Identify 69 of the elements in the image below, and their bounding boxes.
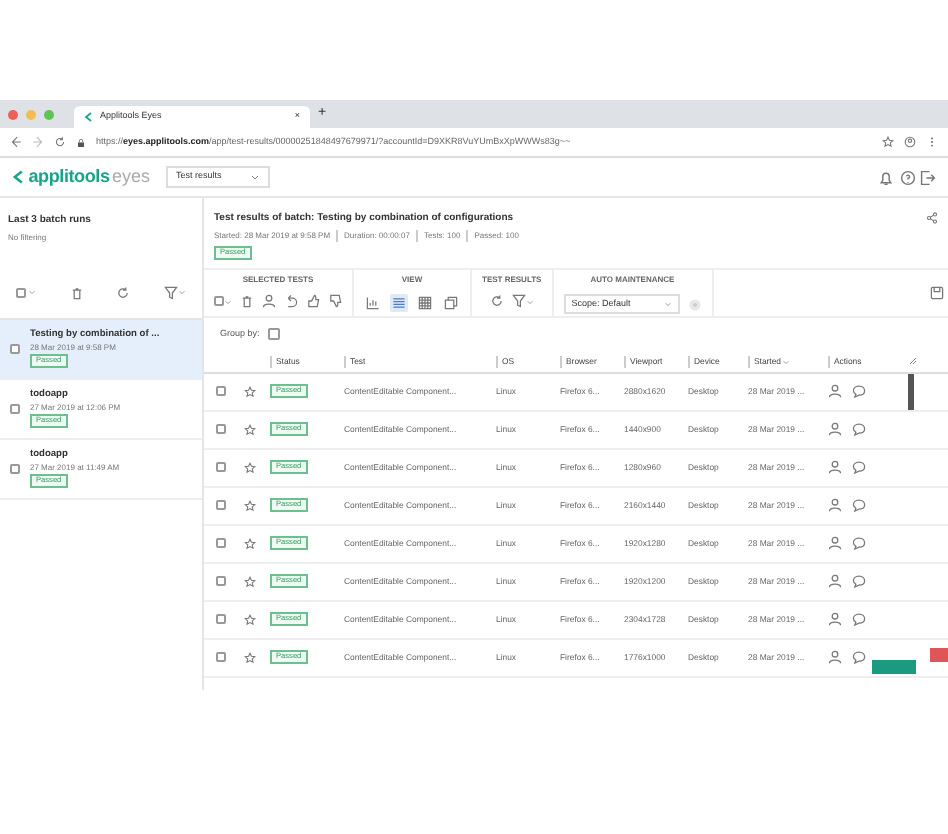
user-icon[interactable] [828, 612, 842, 627]
back-icon[interactable] [10, 136, 22, 148]
refresh-icon[interactable] [116, 285, 131, 299]
checkbox[interactable] [216, 500, 226, 511]
checkbox[interactable] [216, 424, 226, 435]
favicon-icon [84, 112, 94, 122]
comment-icon[interactable] [852, 574, 866, 589]
lock-icon [76, 137, 86, 147]
star-icon[interactable] [244, 499, 256, 512]
checkbox[interactable] [216, 538, 226, 549]
star-icon[interactable] [244, 537, 256, 550]
user-icon[interactable] [828, 460, 842, 475]
comment-icon[interactable] [852, 498, 866, 513]
star-icon[interactable] [244, 423, 256, 436]
thumbs-up-icon[interactable] [306, 294, 320, 308]
view-mode-button[interactable] [390, 294, 408, 312]
scrollbar[interactable] [908, 373, 914, 410]
thumbs-down-icon[interactable] [328, 294, 342, 308]
user-icon[interactable] [828, 536, 842, 551]
comment-icon[interactable] [852, 612, 866, 627]
comment-icon[interactable] [852, 536, 866, 551]
user-icon[interactable] [828, 422, 842, 437]
sort-icon [781, 357, 790, 366]
select-all-checkbox[interactable] [214, 296, 224, 306]
view-mode-button[interactable] [416, 294, 434, 312]
share-icon[interactable] [926, 212, 938, 224]
caret-icon [663, 300, 672, 308]
group-by-field[interactable] [267, 328, 280, 341]
star-icon[interactable] [244, 385, 256, 398]
star-icon[interactable] [244, 651, 256, 664]
star-icon[interactable] [244, 575, 256, 588]
help-icon[interactable] [899, 169, 915, 185]
bell-icon[interactable] [878, 169, 894, 185]
comment-icon[interactable] [852, 384, 866, 399]
filter-icon[interactable] [163, 285, 178, 299]
comment-icon[interactable] [852, 422, 866, 437]
undo-icon[interactable] [284, 294, 298, 308]
view-mode-button[interactable] [442, 294, 460, 312]
logo-icon [12, 170, 26, 184]
checkbox[interactable] [10, 343, 20, 353]
checkbox[interactable] [216, 576, 226, 587]
bookmark-star-icon[interactable] [882, 136, 894, 148]
select-all-checkbox[interactable] [16, 287, 27, 297]
checkbox[interactable] [10, 463, 20, 473]
comment-icon[interactable] [852, 650, 866, 665]
trash-icon[interactable] [240, 294, 254, 308]
user-icon[interactable] [262, 294, 276, 308]
user-icon[interactable] [828, 498, 842, 513]
user-icon[interactable] [828, 574, 842, 589]
save-icon[interactable] [929, 286, 943, 300]
star-icon[interactable] [244, 613, 256, 626]
checkbox[interactable] [216, 652, 226, 663]
checkbox[interactable] [216, 386, 226, 397]
refresh-icon[interactable] [489, 294, 504, 308]
reload-icon[interactable] [54, 136, 66, 148]
resize-icon[interactable] [908, 356, 918, 367]
view-mode-button[interactable] [364, 294, 382, 312]
star-icon[interactable] [244, 461, 256, 474]
comment-icon[interactable] [852, 460, 866, 475]
user-icon[interactable] [828, 384, 842, 399]
checkbox[interactable] [216, 614, 226, 625]
filter-icon[interactable] [511, 294, 526, 308]
checkbox[interactable] [10, 403, 20, 413]
checkbox[interactable] [216, 462, 226, 473]
user-icon[interactable] [828, 650, 842, 665]
trash-icon[interactable] [69, 285, 84, 299]
logo-subtitle: eyes [112, 163, 151, 190]
logout-icon[interactable] [920, 169, 936, 185]
account-icon[interactable] [904, 136, 916, 148]
